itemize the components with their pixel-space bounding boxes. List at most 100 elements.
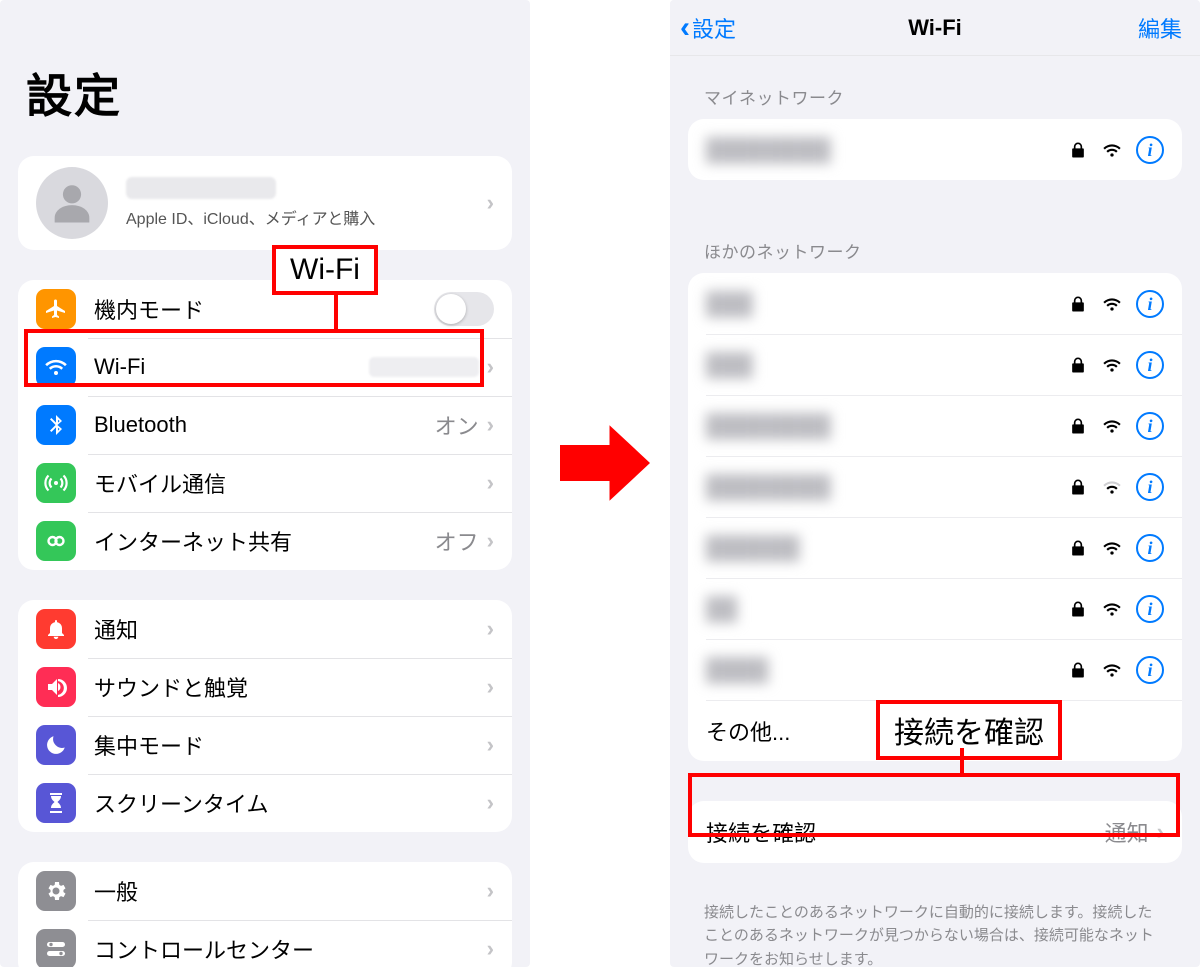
chevron-right-icon: › (487, 674, 494, 700)
hotspot-label: インターネット共有 (94, 525, 435, 557)
info-icon[interactable]: i (1136, 412, 1164, 440)
gear-icon (36, 871, 76, 911)
lock-icon (1068, 140, 1088, 160)
wifi-strength-icon (1102, 660, 1122, 680)
lock-icon (1068, 599, 1088, 619)
bluetooth-label: Bluetooth (94, 412, 435, 438)
hotspot-value: オフ (435, 525, 479, 557)
hotspot-row[interactable]: インターネット共有 オフ › (18, 512, 512, 570)
network-name-redacted: ██ (706, 596, 1068, 622)
network-row[interactable]: ████████ i (688, 456, 1182, 517)
notifications-label: 通知 (94, 613, 479, 645)
ask-to-join-value: 通知 (1105, 816, 1149, 848)
lock-icon (1068, 355, 1088, 375)
chevron-right-icon: › (487, 190, 494, 216)
info-icon[interactable]: i (1136, 290, 1164, 318)
cellular-label: モバイル通信 (94, 467, 479, 499)
lock-icon (1068, 660, 1088, 680)
network-name-redacted: ████████ (706, 413, 1068, 439)
network-row[interactable]: ██████ i (688, 517, 1182, 578)
info-icon[interactable]: i (1136, 534, 1164, 562)
network-row[interactable]: ███ i (688, 334, 1182, 395)
ask-to-join-row[interactable]: 接続を確認 通知 › (688, 801, 1182, 863)
airplane-icon (36, 289, 76, 329)
network-name-redacted: ████████ (706, 474, 1068, 500)
network-row[interactable]: ███ i (688, 273, 1182, 334)
bluetooth-row[interactable]: Bluetooth オン › (18, 396, 512, 454)
info-icon[interactable]: i (1136, 351, 1164, 379)
my-networks-card: ████████ i (688, 119, 1182, 180)
connectivity-group: 機内モード Wi-Fi › Bluetooth オン › モバイル通信 › (18, 280, 512, 570)
chevron-right-icon: › (487, 470, 494, 496)
wifi-row[interactable]: Wi-Fi › (18, 338, 512, 396)
chevron-right-icon: › (487, 412, 494, 438)
back-button[interactable]: ‹ 設定 (680, 0, 736, 56)
wifi-strength-icon (1102, 538, 1122, 558)
section-my-networks: マイネットワーク (670, 56, 1200, 119)
wifi-label: Wi-Fi (94, 354, 369, 380)
ask-to-join-card: 接続を確認 通知 › (688, 801, 1182, 863)
network-name-redacted: ████ (706, 657, 1068, 683)
general-label: 一般 (94, 875, 479, 907)
chevron-right-icon: › (1157, 819, 1164, 845)
info-icon[interactable]: i (1136, 595, 1164, 623)
wifi-strength-icon (1102, 294, 1122, 314)
screentime-label: スクリーンタイム (94, 787, 479, 819)
network-name-redacted: ████████ (706, 137, 1068, 163)
edit-button[interactable]: 編集 (1138, 0, 1182, 56)
wifi-strength-icon (1102, 599, 1122, 619)
focus-row[interactable]: 集中モード › (18, 716, 512, 774)
other-network-row[interactable]: その他... (688, 700, 1182, 761)
cellular-row[interactable]: モバイル通信 › (18, 454, 512, 512)
avatar-icon (36, 167, 108, 239)
network-row[interactable]: ████ i (688, 639, 1182, 700)
lock-icon (1068, 538, 1088, 558)
control-center-label: コントロールセンター (94, 933, 479, 965)
ask-to-join-footnote: 接続したことのあるネットワークに自動的に接続します。接続したことのあるネットワー… (670, 893, 1200, 967)
other-networks-card: ███i ███i ████████i ████████i ██████i ██… (688, 273, 1182, 761)
chevron-left-icon: ‹ (680, 13, 690, 43)
airplane-toggle[interactable] (434, 292, 494, 326)
wifi-value-redacted (369, 357, 479, 377)
sounds-row[interactable]: サウンドと触覚 › (18, 658, 512, 716)
bell-icon (36, 609, 76, 649)
screentime-row[interactable]: スクリーンタイム › (18, 774, 512, 832)
network-name-redacted: ██████ (706, 535, 1068, 561)
chevron-right-icon: › (487, 790, 494, 816)
chevron-right-icon: › (487, 616, 494, 642)
chevron-right-icon: › (487, 528, 494, 554)
info-icon[interactable]: i (1136, 473, 1164, 501)
arrow-right-icon (560, 418, 650, 508)
wifi-strength-icon (1102, 140, 1122, 160)
network-name-redacted: ███ (706, 352, 1068, 378)
sounds-label: サウンドと触覚 (94, 671, 479, 703)
section-other-networks: ほかのネットワーク (670, 210, 1200, 273)
ask-to-join-label: 接続を確認 (706, 816, 1105, 848)
network-row[interactable]: ████████ i (688, 119, 1182, 180)
lock-icon (1068, 416, 1088, 436)
control-center-row[interactable]: コントロールセンター › (18, 920, 512, 967)
speaker-icon (36, 667, 76, 707)
network-row[interactable]: ██ i (688, 578, 1182, 639)
wifi-settings-screen: ‹ 設定 Wi-Fi 編集 マイネットワーク ████████ i ほかのネット… (670, 0, 1200, 967)
info-icon[interactable]: i (1136, 136, 1164, 164)
hourglass-icon (36, 783, 76, 823)
network-row[interactable]: ████████ i (688, 395, 1182, 456)
page-title: 設定 (0, 0, 530, 156)
lock-icon (1068, 477, 1088, 497)
general-row[interactable]: 一般 › (18, 862, 512, 920)
airplane-label: 機内モード (94, 293, 434, 325)
chevron-right-icon: › (487, 354, 494, 380)
profile-row[interactable]: Apple ID、iCloud、メディアと購入 › (18, 156, 512, 250)
wifi-strength-icon (1102, 477, 1122, 497)
navbar: ‹ 設定 Wi-Fi 編集 (670, 0, 1200, 56)
chevron-right-icon: › (487, 936, 494, 962)
nav-title: Wi-Fi (908, 15, 962, 41)
chevron-right-icon: › (487, 878, 494, 904)
moon-icon (36, 725, 76, 765)
notifications-row[interactable]: 通知 › (18, 600, 512, 658)
profile-subtitle: Apple ID、iCloud、メディアと購入 (126, 205, 479, 229)
info-icon[interactable]: i (1136, 656, 1164, 684)
network-name-redacted: ███ (706, 291, 1068, 317)
airplane-mode-row[interactable]: 機内モード (18, 280, 512, 338)
